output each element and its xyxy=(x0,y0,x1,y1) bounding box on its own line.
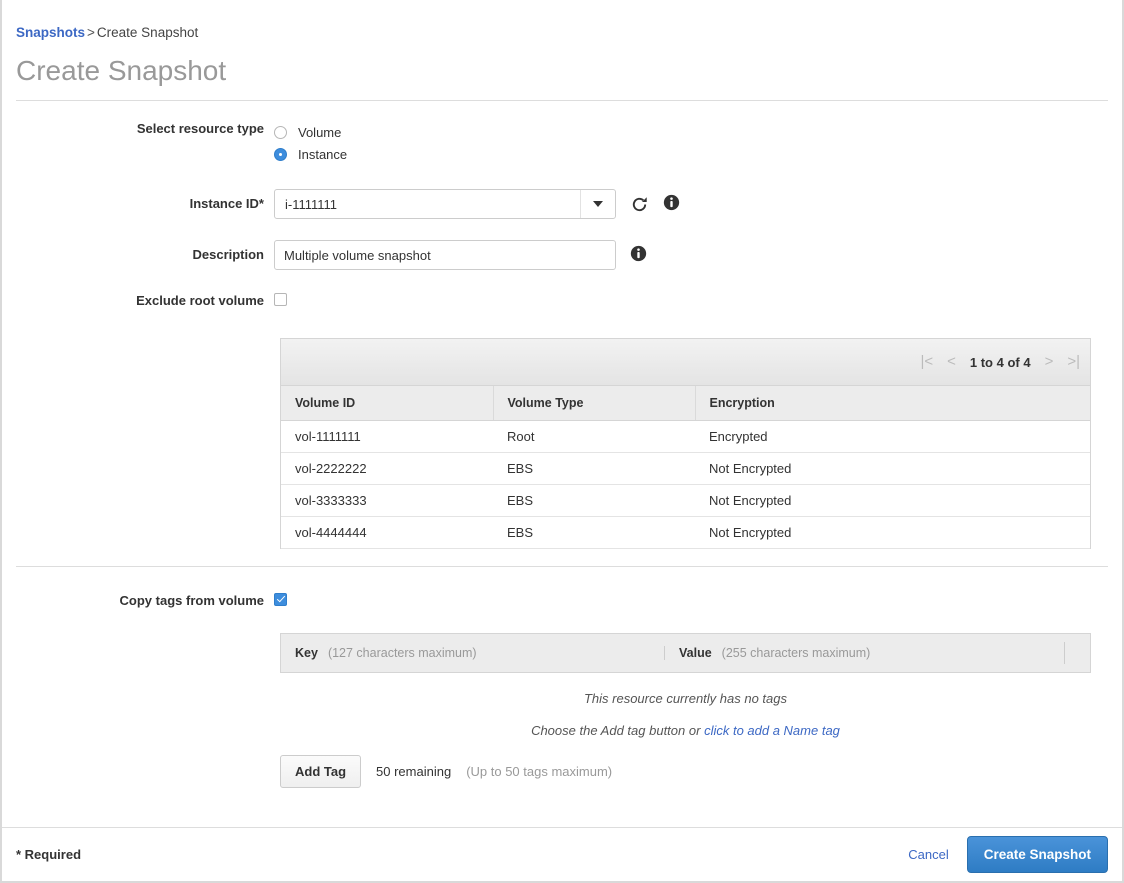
tags-empty-hint-prefix: Choose the Add tag button or xyxy=(531,723,700,738)
tags-remaining: 50 remaining xyxy=(376,764,451,779)
cell-volume-type: EBS xyxy=(493,484,695,516)
copy-tags-checkbox[interactable] xyxy=(274,593,287,606)
column-header-volume-type[interactable]: Volume Type xyxy=(493,386,695,420)
tags-column-value: Value (255 characters maximum) xyxy=(664,646,1064,660)
breadcrumb-link-snapshots[interactable]: Snapshots xyxy=(16,25,85,40)
table-row[interactable]: vol-1111111 Root Encrypted xyxy=(281,420,1090,452)
footer: * Required Cancel Create Snapshot xyxy=(2,827,1122,881)
pagination-prev-button[interactable]: < xyxy=(947,354,956,370)
page-title: Create Snapshot xyxy=(16,54,1108,101)
resource-type-label: Select resource type xyxy=(2,121,274,136)
required-note: * Required xyxy=(16,847,81,862)
tags-key-hint: (127 characters maximum) xyxy=(328,646,477,660)
tags-key-title: Key xyxy=(295,646,318,660)
cell-encryption: Not Encrypted xyxy=(695,484,1090,516)
info-icon[interactable] xyxy=(663,194,680,214)
tags-maximum-note: (Up to 50 tags maximum) xyxy=(466,764,612,779)
row-description: Description xyxy=(2,240,1122,270)
tags-column-key: Key (127 characters maximum) xyxy=(281,646,664,660)
description-input[interactable] xyxy=(274,240,616,270)
pagination: |< < 1 to 4 of 4 > >| xyxy=(920,354,1080,370)
breadcrumb-separator: > xyxy=(85,25,97,40)
cancel-button[interactable]: Cancel xyxy=(908,847,948,862)
exclude-root-volume-label: Exclude root volume xyxy=(2,293,274,308)
radio-option-instance[interactable]: Instance xyxy=(274,143,347,165)
cell-volume-id: vol-1111111 xyxy=(281,420,493,452)
instance-id-field: i-1111111 xyxy=(274,189,1122,219)
tags-value-title: Value xyxy=(679,646,712,660)
breadcrumb-current: Create Snapshot xyxy=(97,25,198,40)
resource-type-field: Volume Instance xyxy=(274,121,1122,165)
pagination-next-button[interactable]: > xyxy=(1045,354,1054,370)
tags-empty-state: This resource currently has no tags Choo… xyxy=(280,673,1091,738)
create-snapshot-page: Snapshots>Create Snapshot Create Snapsho… xyxy=(0,0,1124,883)
instance-id-value: i-1111111 xyxy=(275,197,580,212)
radio-volume-label: Volume xyxy=(298,125,341,140)
description-field xyxy=(274,240,1122,270)
radio-option-volume[interactable]: Volume xyxy=(274,121,347,143)
table-row[interactable]: vol-4444444 EBS Not Encrypted xyxy=(281,516,1090,548)
description-label: Description xyxy=(2,240,274,262)
tags-value-hint: (255 characters maximum) xyxy=(722,646,871,660)
copy-tags-field xyxy=(274,593,1122,606)
form-area: Select resource type Volume Instance Ins… xyxy=(2,101,1122,788)
exclude-root-volume-checkbox[interactable] xyxy=(274,293,287,306)
row-copy-tags: Copy tags from volume xyxy=(2,593,1122,608)
cell-volume-type: Root xyxy=(493,420,695,452)
tags-table: Key (127 characters maximum) Value (255 … xyxy=(280,633,1091,788)
add-name-tag-link[interactable]: click to add a Name tag xyxy=(704,723,840,738)
table-row[interactable]: vol-2222222 EBS Not Encrypted xyxy=(281,452,1090,484)
volumes-table-toolbar: |< < 1 to 4 of 4 > >| xyxy=(281,339,1090,386)
radio-instance-label: Instance xyxy=(298,147,347,162)
cell-volume-id: vol-2222222 xyxy=(281,452,493,484)
row-instance-id: Instance ID* i-1111111 xyxy=(2,189,1122,219)
resource-type-radio-group: Volume Instance xyxy=(274,121,347,165)
radio-volume-icon[interactable] xyxy=(274,126,287,139)
column-header-volume-id[interactable]: Volume ID xyxy=(281,386,493,420)
cell-encryption: Encrypted xyxy=(695,420,1090,452)
row-exclude-root-volume: Exclude root volume xyxy=(2,293,1122,308)
volumes-table: |< < 1 to 4 of 4 > >| Volume ID Volume T… xyxy=(280,338,1091,549)
add-tag-button[interactable]: Add Tag xyxy=(280,755,361,788)
column-header-encryption[interactable]: Encryption xyxy=(695,386,1090,420)
tags-header-row: Key (127 characters maximum) Value (255 … xyxy=(280,633,1091,673)
breadcrumb: Snapshots>Create Snapshot xyxy=(2,0,1122,42)
instance-id-label: Instance ID* xyxy=(2,189,274,211)
copy-tags-label: Copy tags from volume xyxy=(2,593,274,608)
cell-encryption: Not Encrypted xyxy=(695,516,1090,548)
section-divider xyxy=(16,566,1108,567)
tags-empty-message: This resource currently has no tags xyxy=(280,691,1091,706)
table-row[interactable]: vol-3333333 EBS Not Encrypted xyxy=(281,484,1090,516)
pagination-first-button[interactable]: |< xyxy=(920,354,933,370)
tags-empty-hint: Choose the Add tag button or click to ad… xyxy=(280,723,1091,738)
create-snapshot-button[interactable]: Create Snapshot xyxy=(967,836,1108,873)
pagination-last-button[interactable]: >| xyxy=(1067,354,1080,370)
cell-volume-id: vol-4444444 xyxy=(281,516,493,548)
row-resource-type: Select resource type Volume Instance xyxy=(2,121,1122,165)
footer-actions: Cancel Create Snapshot xyxy=(908,836,1108,873)
chevron-down-icon[interactable] xyxy=(580,190,615,218)
volumes-header-row: Volume ID Volume Type Encryption xyxy=(281,386,1090,420)
radio-instance-icon[interactable] xyxy=(274,148,287,161)
cell-volume-type: EBS xyxy=(493,452,695,484)
pagination-count: 1 to 4 of 4 xyxy=(970,355,1031,370)
refresh-icon[interactable] xyxy=(630,195,649,214)
tags-column-action xyxy=(1064,642,1090,664)
volumes-grid: Volume ID Volume Type Encryption vol-111… xyxy=(281,386,1090,549)
cell-volume-type: EBS xyxy=(493,516,695,548)
instance-id-select[interactable]: i-1111111 xyxy=(274,189,616,219)
exclude-root-volume-field xyxy=(274,293,1122,306)
tags-actions: Add Tag 50 remaining (Up to 50 tags maxi… xyxy=(280,755,1091,788)
cell-volume-id: vol-3333333 xyxy=(281,484,493,516)
cell-encryption: Not Encrypted xyxy=(695,452,1090,484)
info-icon[interactable] xyxy=(630,245,647,265)
